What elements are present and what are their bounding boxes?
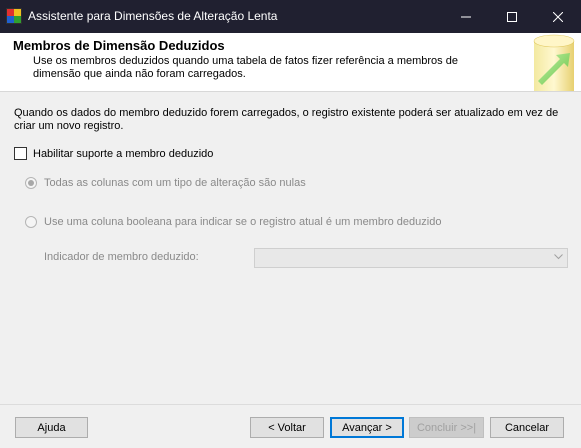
finish-button[interactable]: Concluir >>|: [409, 417, 484, 438]
next-button-label: Avançar >: [342, 421, 392, 434]
help-button-label: Ajuda: [37, 421, 66, 434]
close-button[interactable]: [535, 0, 581, 33]
page-description: Use os membros deduzidos quando uma tabe…: [33, 55, 458, 80]
back-button-label: < Voltar: [268, 421, 306, 434]
maximize-icon: [507, 11, 517, 22]
help-button[interactable]: Ajuda: [15, 417, 88, 438]
page-title: Membros de Dimensão Deduzidos: [13, 38, 225, 53]
boolean-column-option[interactable]: Use uma coluna booleana para indicar se …: [25, 216, 441, 228]
wizard-window: Assistente para Dimensões de Alteração L…: [0, 0, 581, 448]
chevron-down-icon: [554, 254, 563, 260]
enable-inferred-member-option[interactable]: Habilitar suporte a membro deduzido: [14, 147, 213, 160]
enable-inferred-member-checkbox[interactable]: [14, 147, 27, 160]
wizard-header: Membros de Dimensão Deduzidos Use os mem…: [0, 33, 581, 92]
indicator-dropdown[interactable]: [254, 248, 568, 268]
info-text: Quando os dados do membro deduzido forem…: [14, 107, 559, 132]
cancel-button[interactable]: Cancelar: [490, 417, 564, 438]
app-icon: [6, 8, 22, 24]
all-null-columns-option[interactable]: Todas as colunas com um tipo de alteraçã…: [25, 177, 306, 189]
cancel-button-label: Cancelar: [504, 421, 550, 434]
finish-button-label: Concluir >>|: [416, 421, 477, 434]
close-icon: [553, 11, 563, 22]
boolean-column-radio[interactable]: [25, 216, 37, 228]
all-null-columns-radio[interactable]: [25, 177, 37, 189]
next-button[interactable]: Avançar >: [330, 417, 404, 438]
minimize-icon: [461, 16, 471, 17]
minimize-button[interactable]: [443, 0, 489, 33]
all-null-columns-label[interactable]: Todas as colunas com um tipo de alteraçã…: [44, 177, 306, 189]
window-title: Assistente para Dimensões de Alteração L…: [28, 9, 278, 23]
back-button[interactable]: < Voltar: [250, 417, 324, 438]
boolean-column-label[interactable]: Use uma coluna booleana para indicar se …: [44, 216, 441, 228]
wizard-banner-icon: [533, 34, 575, 91]
indicator-label: Indicador de membro deduzido:: [44, 251, 199, 263]
maximize-button[interactable]: [489, 0, 535, 33]
footer-divider: [0, 404, 581, 405]
title-bar[interactable]: Assistente para Dimensões de Alteração L…: [0, 0, 581, 33]
enable-inferred-member-label[interactable]: Habilitar suporte a membro deduzido: [33, 148, 213, 160]
